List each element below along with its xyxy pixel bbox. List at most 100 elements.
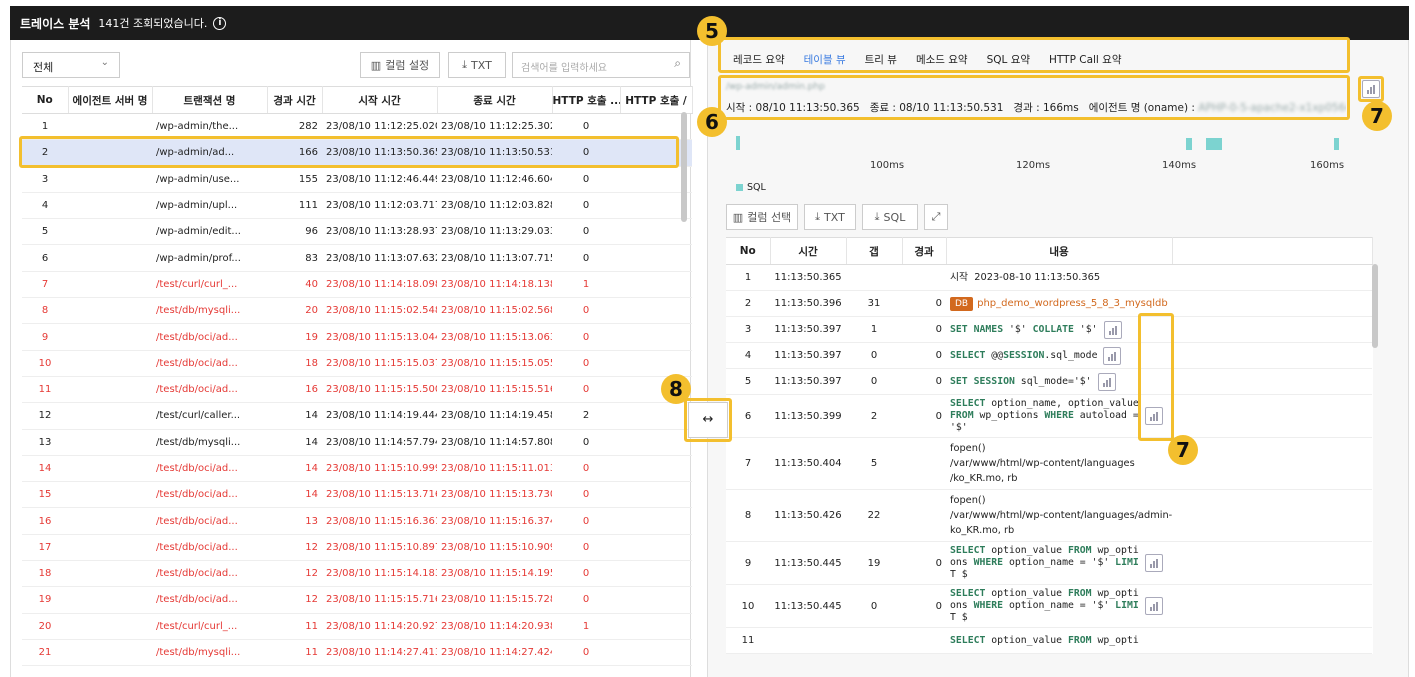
detail-col-no[interactable]: No bbox=[726, 237, 771, 265]
table-row[interactable]: 18/test/db/oci/ad... 12 23/08/10 11:15:14.… bbox=[22, 560, 692, 588]
cell-no: 16 bbox=[22, 507, 68, 535]
detail-scrollbar[interactable] bbox=[1372, 264, 1378, 348]
table-row[interactable]: 11/test/db/oci/ad... 16 23/08/10 11:15:15.… bbox=[22, 376, 692, 404]
table-row[interactable]: 20/test/curl/curl_... 11 23/08/10 11:14:20… bbox=[22, 613, 692, 640]
columns-icon: ▥ bbox=[732, 210, 744, 224]
search-input[interactable]: 검색어를 입력하세요 ⌕ bbox=[512, 52, 690, 78]
detail-col-content[interactable]: 내용 bbox=[946, 237, 1173, 265]
cell-agent bbox=[68, 350, 152, 377]
detail-row[interactable]: 6 11:13:50.399 2 0 SELECT option_name, optio… bbox=[726, 394, 1372, 438]
table-row[interactable]: 12/test/curl/caller... 14 23/08/10 11:14:1… bbox=[22, 402, 692, 430]
sql-chart-icon[interactable] bbox=[1144, 597, 1163, 615]
left-scrollbar[interactable] bbox=[681, 112, 687, 222]
col-header-agent[interactable]: 에이전트 서버 명 bbox=[68, 86, 153, 114]
table-row[interactable]: 16/test/db/oci/ad... 13 23/08/10 11:15:16.… bbox=[22, 507, 692, 535]
detail-cell-elapsed bbox=[902, 264, 946, 291]
sql-chart-icon[interactable] bbox=[1097, 372, 1116, 391]
cell-start: 23/08/10 11:15:15.037 bbox=[322, 350, 437, 377]
detail-row[interactable]: 8 11:13:50.426 22 fopen() /var/www/html/wp-… bbox=[726, 489, 1372, 542]
col-header-http-count[interactable]: HTTP 호출 ... bbox=[552, 86, 621, 114]
cell-start: 23/08/10 11:14:20.927 bbox=[322, 613, 437, 640]
detail-txt-button[interactable]: ⤓ TXT bbox=[804, 204, 856, 230]
info-icon[interactable]: i bbox=[213, 16, 227, 30]
cell-no: 21 bbox=[22, 639, 68, 667]
start-value: 08/10 11:13:50.365 bbox=[755, 102, 860, 114]
col-header-http-time[interactable]: HTTP 호출 / bbox=[620, 86, 693, 114]
detail-row[interactable]: 1 11:13:50.365 시작 2023-08-10 11:13:50.365 bbox=[726, 264, 1372, 291]
filter-select[interactable]: 전체 ⌄ bbox=[22, 52, 120, 78]
detail-row[interactable]: 3 11:13:50.397 1 0 SET NAMES '$' COLLATE '$' bbox=[726, 316, 1372, 343]
detail-row[interactable]: 7 11:13:50.404 5 fopen() /var/www/html/wp-c… bbox=[726, 437, 1372, 490]
table-row[interactable]: 19/test/db/oci/ad... 12 23/08/10 11:15:15.… bbox=[22, 586, 692, 614]
detail-sql-button[interactable]: ⤓ SQL bbox=[862, 204, 918, 230]
detail-row[interactable]: 4 11:13:50.397 0 0 SELECT @@SESSION.sql_mode bbox=[726, 342, 1372, 369]
table-row[interactable]: 3/wp-admin/use... 155 23/08/10 11:12:46.44… bbox=[22, 166, 692, 193]
detail-cell-no: 5 bbox=[726, 368, 770, 395]
table-row[interactable]: 17/test/db/oci/ad... 12 23/08/10 11:15:10.… bbox=[22, 534, 692, 562]
cell-http-count: 1 bbox=[552, 271, 620, 299]
detail-row[interactable]: 11 SELECT option_value FROM wp_opti bbox=[726, 627, 1372, 654]
cell-http-time bbox=[620, 429, 692, 456]
cell-agent bbox=[68, 244, 152, 272]
table-row[interactable]: 14/test/db/oci/ad... 14 23/08/10 11:15:10.… bbox=[22, 455, 692, 483]
column-select-button[interactable]: ▥ 컬럼 선택 bbox=[726, 204, 798, 230]
txt-download-button[interactable]: ⤓ TXT bbox=[448, 52, 506, 78]
tab-2[interactable]: 트리 뷰 bbox=[865, 52, 897, 67]
table-row[interactable]: 21/test/db/mysqli... 11 23/08/10 11:14:27.… bbox=[22, 639, 692, 667]
cell-transaction: /test/db/oci/ad... bbox=[152, 376, 267, 404]
cell-end: 23/08/10 11:13:29.033 bbox=[437, 218, 552, 246]
table-row[interactable]: 6/wp-admin/prof... 83 23/08/10 11:13:07.63… bbox=[22, 244, 692, 272]
agent-label: 에이전트 명 (oname) : bbox=[1088, 102, 1195, 114]
col-header-start[interactable]: 시작 시간 bbox=[322, 86, 438, 114]
cell-transaction: /wp-admin/upl... bbox=[152, 192, 267, 220]
table-row[interactable]: 9/test/db/oci/ad... 19 23/08/10 11:15:13.0… bbox=[22, 323, 692, 351]
tab-0[interactable]: 레코드 요약 bbox=[733, 52, 785, 67]
detail-col-elapsed[interactable]: 경과 bbox=[902, 237, 947, 265]
tab-3[interactable]: 메소드 요약 bbox=[916, 52, 968, 67]
sql-text: SELECT option_value FROM wp_opti bbox=[950, 634, 1139, 646]
col-header-elapsed[interactable]: 경과 시간 bbox=[267, 86, 323, 114]
cell-start: 23/08/10 11:14:19.444 bbox=[322, 402, 437, 430]
tab-5[interactable]: HTTP Call 요약 bbox=[1049, 52, 1121, 67]
cell-elapsed: 19 bbox=[267, 323, 322, 351]
tab-4[interactable]: SQL 요약 bbox=[987, 52, 1030, 67]
cell-start: 23/08/10 11:13:28.937 bbox=[322, 218, 437, 246]
expand-button[interactable]: ⤢ bbox=[924, 204, 948, 230]
detail-row[interactable]: 10 11:13:50.445 0 0 SELECT option_value FROM… bbox=[726, 584, 1372, 628]
cell-start: 23/08/10 11:15:14.183 bbox=[322, 560, 437, 588]
table-row[interactable]: 15/test/db/oci/ad... 14 23/08/10 11:15:13.… bbox=[22, 481, 692, 509]
timeline-tick: 160ms bbox=[1310, 160, 1345, 171]
cell-start: 23/08/10 11:14:18.098 bbox=[322, 271, 437, 299]
cell-agent bbox=[68, 481, 152, 509]
cell-no: 6 bbox=[22, 244, 68, 272]
detail-row[interactable]: 2 11:13:50.396 31 0 DB php_demo_wordpress_5_8… bbox=[726, 290, 1372, 317]
cell-transaction: /test/db/mysqli... bbox=[152, 639, 267, 667]
table-row[interactable]: 8/test/db/mysqli... 20 23/08/10 11:15:02.5… bbox=[22, 297, 692, 325]
detail-row[interactable]: 9 11:13:50.445 19 0 SELECT option_value FROM… bbox=[726, 541, 1372, 585]
detail-col-gap[interactable]: 갭 bbox=[846, 237, 903, 265]
col-header-transaction[interactable]: 트랜잭션 명 bbox=[152, 86, 268, 114]
table-row[interactable]: 4/wp-admin/upl... 111 23/08/10 11:12:03.71… bbox=[22, 192, 692, 220]
col-header-no[interactable]: No bbox=[22, 86, 69, 114]
tab-1[interactable]: 테이블 뷰 bbox=[804, 52, 846, 67]
expand-icon: ⤢ bbox=[931, 210, 941, 223]
transaction-table: No 에이전트 서버 명 트랜잭션 명 경과 시간 시작 시간 종료 시간 HT… bbox=[22, 86, 693, 667]
detail-cell-no: 8 bbox=[726, 489, 770, 542]
view-tabs: 레코드 요약 테이블 뷰 트리 뷰 메소드 요약 SQL 요약 HTTP Call 요약 bbox=[733, 52, 1122, 67]
col-header-end[interactable]: 종료 시간 bbox=[437, 86, 553, 114]
table-row[interactable]: 7/test/curl/curl_... 40 23/08/10 11:14:18.… bbox=[22, 271, 692, 299]
detail-row[interactable]: 5 11:13:50.397 0 0 SET SESSION sql_mode='$' bbox=[726, 368, 1372, 395]
cell-elapsed: 12 bbox=[267, 586, 322, 614]
table-row[interactable]: 13/test/db/mysqli... 14 23/08/10 11:14:57.… bbox=[22, 429, 692, 456]
sql-chart-icon[interactable] bbox=[1144, 554, 1163, 572]
sql-chart-icon[interactable] bbox=[1103, 320, 1122, 339]
cell-start: 23/08/10 11:15:10.897 bbox=[322, 534, 437, 562]
detail-cell-content: SELECT option_value FROM wp_opti ons WHE… bbox=[946, 584, 1372, 628]
search-icon[interactable]: ⌕ bbox=[674, 56, 681, 71]
detail-col-time[interactable]: 시간 bbox=[770, 237, 847, 265]
table-row[interactable]: 5/wp-admin/edit... 96 23/08/10 11:13:28.93… bbox=[22, 218, 692, 246]
cell-transaction: /test/db/mysqli... bbox=[152, 297, 267, 325]
column-settings-button[interactable]: ▥ 컬럼 설정 bbox=[360, 52, 440, 78]
sql-chart-icon[interactable] bbox=[1103, 346, 1122, 365]
table-row[interactable]: 10/test/db/oci/ad... 18 23/08/10 11:15:15.… bbox=[22, 350, 692, 377]
